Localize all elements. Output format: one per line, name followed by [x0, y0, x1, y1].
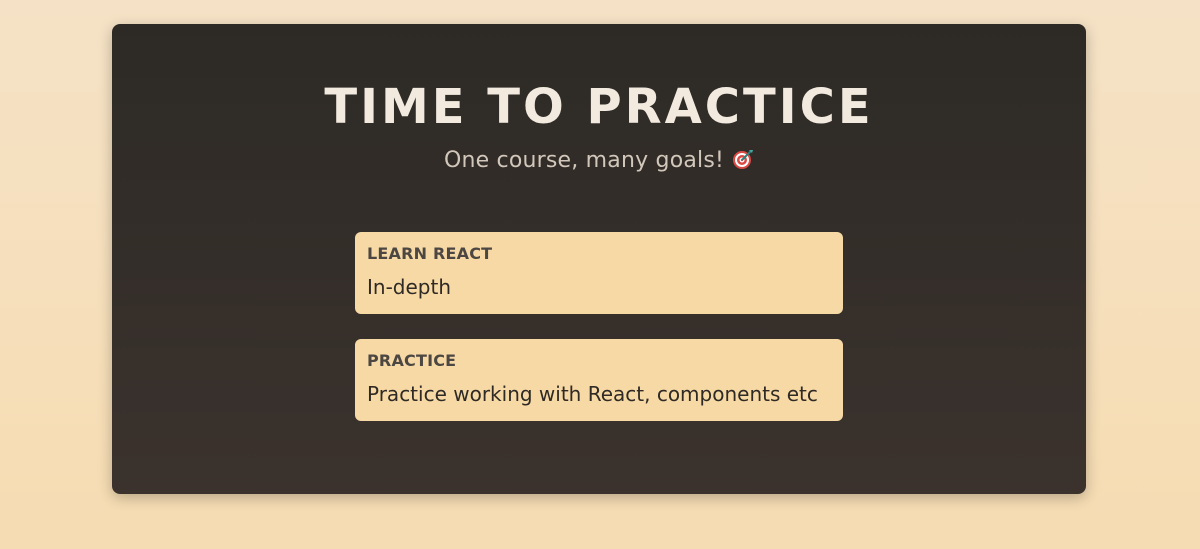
goals-list: LEARN REACT In-depth PRACTICE Practice w…	[355, 232, 843, 446]
goal-description: Practice working with React, components …	[367, 382, 818, 406]
goal-card: PRACTICE Practice working with React, co…	[355, 339, 843, 421]
subtitle-text: One course, many goals!	[443, 148, 725, 174]
goals-panel: TIME TO PRACTICE One course, many goals!…	[112, 24, 1086, 494]
goal-description: In-depth	[367, 275, 452, 299]
goal-title: LEARN REACT	[367, 244, 493, 263]
target-dart-icon	[732, 148, 754, 170]
goal-title: PRACTICE	[367, 351, 457, 370]
header: TIME TO PRACTICE One course, many goals!	[112, 79, 1086, 174]
page-subtitle: One course, many goals!	[112, 148, 1086, 173]
page-title: TIME TO PRACTICE	[324, 79, 874, 135]
goal-card: LEARN REACT In-depth	[355, 232, 843, 314]
